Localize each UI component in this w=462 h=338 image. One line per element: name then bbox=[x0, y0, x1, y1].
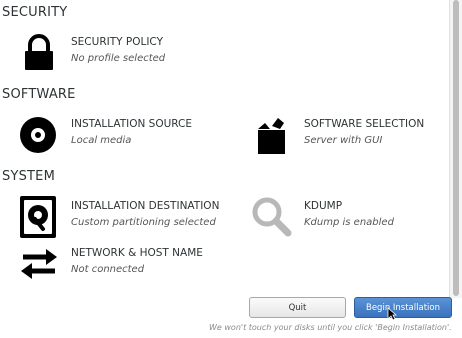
hub-item-software-selection[interactable]: SOFTWARE SELECTION Server with GUI bbox=[250, 113, 445, 157]
quit-button[interactable]: Quit bbox=[249, 297, 346, 318]
package-icon bbox=[250, 113, 294, 157]
hub-status-kdump: Kdump is enabled bbox=[304, 217, 394, 228]
vertical-scrollbar[interactable] bbox=[449, 0, 462, 298]
hub-status-security-policy: No profile selected bbox=[71, 53, 166, 64]
section-title-security: SECURITY bbox=[2, 5, 68, 20]
hub-status-network-host-name: Not connected bbox=[71, 264, 145, 275]
hub-status-software-selection: Server with GUI bbox=[304, 135, 383, 146]
hub-item-installation-source[interactable]: INSTALLATION SOURCE Local media bbox=[17, 113, 237, 157]
scrollbar-thumb[interactable] bbox=[453, 0, 459, 296]
harddisk-icon bbox=[17, 195, 61, 239]
hub-status-installation-source: Local media bbox=[71, 135, 132, 146]
hub-title-network-host-name: NETWORK & HOST NAME bbox=[71, 247, 203, 259]
hub-title-security-policy: SECURITY POLICY bbox=[71, 36, 163, 48]
disc-icon bbox=[17, 113, 61, 157]
hub-item-security-policy[interactable]: SECURITY POLICY No profile selected bbox=[17, 31, 237, 75]
footer-note: We won't touch your disks until you clic… bbox=[209, 323, 452, 332]
hub-item-kdump[interactable]: KDUMP Kdump is enabled bbox=[250, 195, 445, 239]
hub-status-installation-destination: Custom partitioning selected bbox=[71, 217, 216, 228]
mouse-cursor-icon bbox=[387, 306, 398, 321]
hub-title-kdump: KDUMP bbox=[304, 200, 343, 212]
hub-title-installation-destination: INSTALLATION DESTINATION bbox=[71, 200, 220, 212]
section-title-software: SOFTWARE bbox=[2, 87, 76, 102]
network-arrows-icon bbox=[17, 242, 61, 286]
begin-installation-button[interactable]: Begin Installation bbox=[354, 297, 452, 318]
hub-item-network-host-name[interactable]: NETWORK & HOST NAME Not connected bbox=[17, 242, 237, 286]
hub-item-installation-destination[interactable]: INSTALLATION DESTINATION Custom partitio… bbox=[17, 195, 242, 239]
section-title-system: SYSTEM bbox=[2, 169, 56, 184]
hub-title-installation-source: INSTALLATION SOURCE bbox=[71, 118, 193, 130]
magnifier-icon bbox=[250, 195, 294, 239]
lock-icon bbox=[17, 31, 61, 75]
hub-title-software-selection: SOFTWARE SELECTION bbox=[304, 118, 425, 130]
